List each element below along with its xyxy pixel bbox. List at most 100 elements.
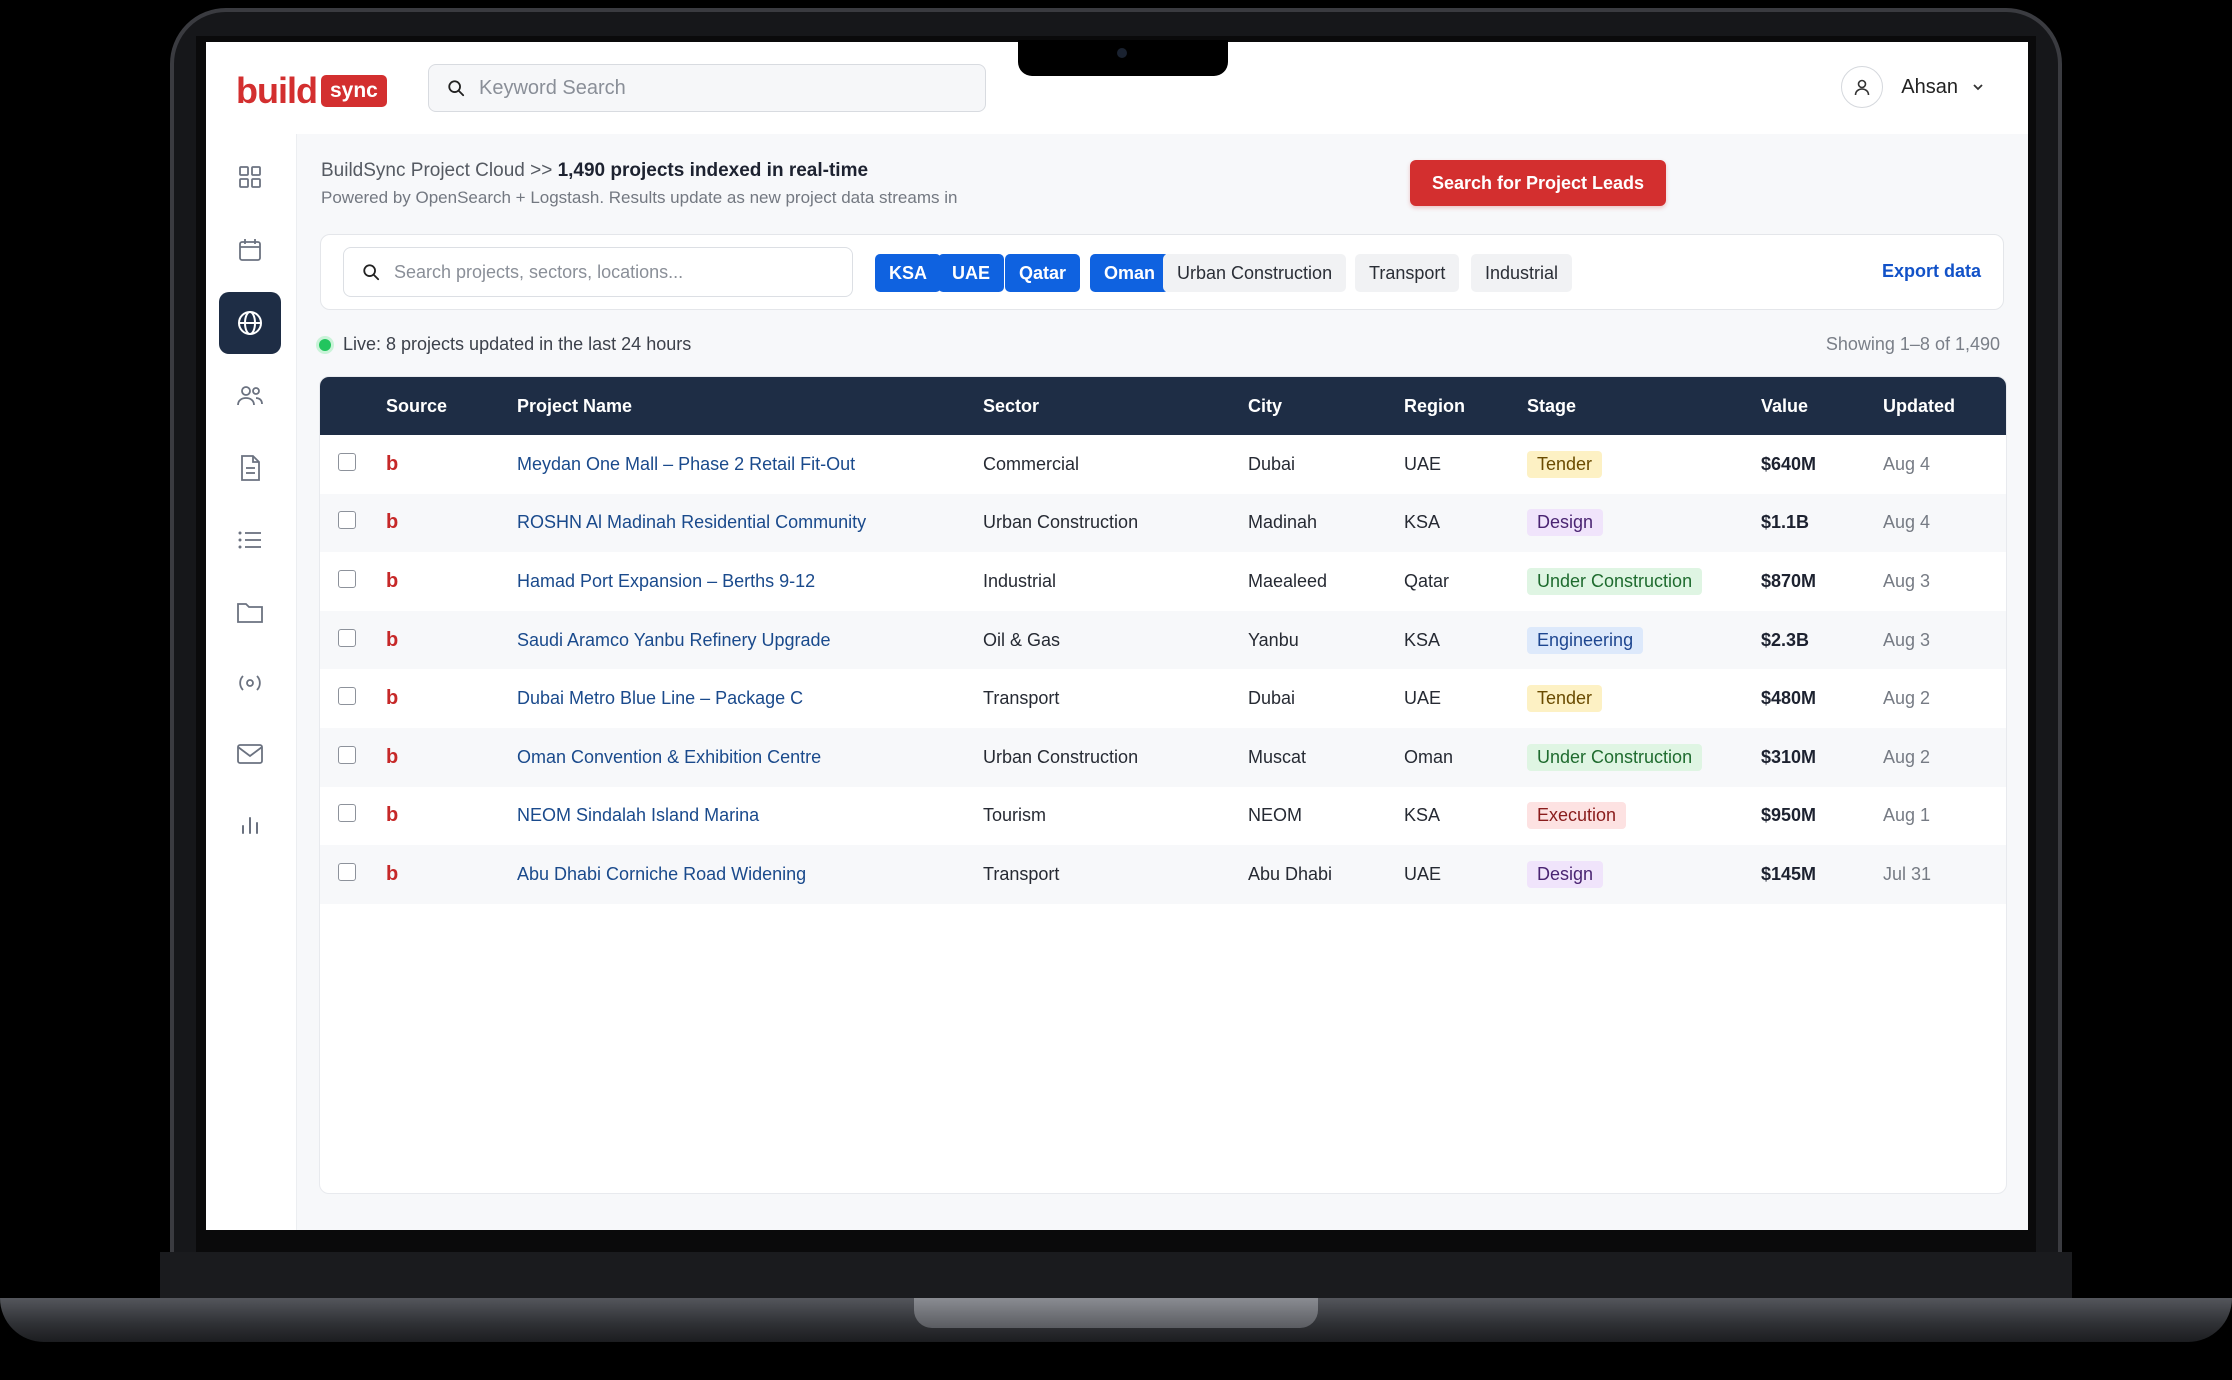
sidebar-item-analytics[interactable] — [219, 794, 281, 856]
table-header-row: Source Project Name Sector City Region S… — [320, 377, 2006, 435]
project-name-link[interactable]: Dubai Metro Blue Line – Package C — [517, 688, 803, 708]
sidebar-item-dashboard[interactable] — [219, 146, 281, 208]
users-icon — [237, 386, 263, 406]
sector-cell: Commercial — [983, 453, 1080, 474]
search-project-leads-button[interactable]: Search for Project Leads — [1410, 160, 1666, 206]
row-checkbox[interactable] — [338, 628, 356, 647]
city-cell: Abu Dhabi — [1248, 863, 1333, 884]
filter-chip-ksa[interactable]: KSA — [875, 254, 942, 292]
region-cell: KSA — [1404, 512, 1441, 533]
region-cell: Oman — [1404, 746, 1454, 767]
table-row[interactable]: b Dubai Metro Blue Line – Package C Transp… — [320, 669, 2006, 728]
header-region[interactable]: Region — [1404, 377, 1527, 435]
document-icon — [241, 455, 260, 481]
stage-badge: Tender — [1527, 685, 1603, 713]
header-city[interactable]: City — [1248, 377, 1404, 435]
mail-icon — [237, 744, 263, 764]
region-cell: Qatar — [1404, 570, 1450, 591]
table-row[interactable]: b Oman Convention & Exhibition Centre Urba… — [320, 727, 2006, 787]
region-cell: UAE — [1404, 453, 1442, 474]
keyword-search-input[interactable] — [477, 75, 961, 101]
source-icon: b — [386, 687, 399, 710]
value-cell: $950M — [1761, 805, 1817, 826]
row-checkbox[interactable] — [338, 511, 356, 530]
project-name-link[interactable]: Abu Dhabi Corniche Road Widening — [517, 864, 806, 884]
row-checkbox[interactable] — [338, 687, 356, 706]
project-name-link[interactable]: ROSHN Al Madinah Residential Community — [517, 512, 866, 532]
project-name-link[interactable]: NEOM Sindalah Island Marina — [517, 805, 759, 825]
row-checkbox[interactable] — [338, 745, 356, 764]
sidebar-item-users[interactable] — [219, 365, 281, 427]
updated-cell: Aug 3 — [1883, 629, 1931, 650]
sector-cell: Tourism — [983, 805, 1047, 826]
filter-chip-oman[interactable]: Oman — [1090, 254, 1170, 292]
chevron-down-icon[interactable] — [1972, 81, 1984, 93]
avatar[interactable] — [1841, 66, 1884, 108]
table-row[interactable]: b Meydan One Mall – Phase 2 Retail Fit-Ou… — [320, 435, 2006, 494]
user-menu[interactable]: Ahsan — [1841, 66, 1984, 108]
live-status: Live: 8 projects updated in the last 24 … — [319, 334, 691, 355]
user-name: Ahsan — [1901, 75, 1958, 98]
filter-bar: KSA UAE Qatar Oman Urban Construction Tr… — [320, 234, 2004, 310]
table-row[interactable]: b Saudi Aramco Yanbu Refinery Upgrade Oil … — [320, 610, 2006, 670]
filter-chip-industrial[interactable]: Industrial — [1471, 254, 1573, 292]
value-cell: $310M — [1761, 746, 1817, 767]
sidebar-item-broadcast[interactable] — [219, 652, 281, 714]
value-cell: $145M — [1761, 863, 1817, 884]
sidebar-item-globe[interactable] — [219, 292, 281, 354]
header-value[interactable]: Value — [1761, 377, 1883, 435]
sidebar-item-calendar[interactable] — [219, 219, 281, 281]
stage-badge: Engineering — [1527, 626, 1644, 654]
page-title: BuildSync Project Cloud >> 1,490 project… — [321, 160, 868, 182]
broadcast-icon — [239, 675, 261, 691]
sector-cell: Urban Construction — [983, 512, 1139, 533]
header-stage[interactable]: Stage — [1527, 377, 1761, 435]
project-name-link[interactable]: Meydan One Mall – Phase 2 Retail Fit-Out — [517, 454, 855, 474]
sidebar-item-mail[interactable] — [219, 723, 281, 785]
value-cell: $2.3B — [1761, 629, 1810, 650]
keyword-search[interactable] — [428, 64, 986, 112]
table-row[interactable]: b Abu Dhabi Corniche Road Widening Transpo… — [320, 845, 2006, 904]
table-row[interactable]: b ROSHN Al Madinah Residential Community U… — [320, 493, 2006, 553]
project-name-link[interactable]: Oman Convention & Exhibition Centre — [517, 747, 821, 767]
city-cell: Dubai — [1248, 453, 1296, 474]
value-cell: $1.1B — [1761, 512, 1810, 533]
export-data-link[interactable]: Export data — [1882, 261, 1981, 282]
sector-cell: Oil & Gas — [983, 629, 1061, 650]
sector-cell: Urban Construction — [983, 746, 1139, 767]
row-checkbox[interactable] — [338, 452, 356, 471]
row-checkbox[interactable] — [338, 569, 356, 588]
table-row[interactable]: b Hamad Port Expansion – Berths 9-12 Indus… — [320, 552, 2006, 611]
filter-chip-transport[interactable]: Transport — [1355, 254, 1460, 292]
table-row[interactable]: b NEOM Sindalah Island Marina Tourism NEOM K… — [320, 787, 2006, 846]
sidebar-item-folder[interactable] — [219, 581, 281, 643]
project-search[interactable] — [343, 247, 853, 297]
stage-badge: Tender — [1527, 450, 1603, 478]
sidebar-item-list[interactable] — [219, 509, 281, 571]
source-icon: b — [386, 628, 399, 651]
row-checkbox[interactable] — [338, 862, 356, 881]
source-icon: b — [386, 804, 399, 827]
header-project-name[interactable]: Project Name — [517, 377, 983, 435]
header-updated[interactable]: Updated — [1883, 377, 2006, 435]
row-checkbox[interactable] — [338, 804, 356, 823]
value-cell: $480M — [1761, 688, 1817, 709]
region-cell: KSA — [1404, 629, 1441, 650]
city-cell: Dubai — [1248, 688, 1296, 709]
sidebar-item-documents[interactable] — [219, 437, 281, 499]
header-sector[interactable]: Sector — [983, 377, 1248, 435]
laptop-hinge — [160, 1252, 2072, 1298]
project-name-link[interactable]: Hamad Port Expansion – Berths 9-12 — [517, 571, 815, 591]
header-source[interactable]: Source — [386, 377, 517, 435]
project-search-input[interactable] — [392, 260, 836, 284]
filter-chip-urban-construction[interactable]: Urban Construction — [1163, 254, 1347, 292]
filter-chip-qatar[interactable]: Qatar — [1005, 254, 1081, 292]
search-icon — [448, 80, 465, 97]
filter-chip-uae[interactable]: UAE — [938, 254, 1005, 292]
camera-notch — [1018, 40, 1228, 76]
project-name-link[interactable]: Saudi Aramco Yanbu Refinery Upgrade — [517, 630, 831, 650]
logo[interactable]: build sync — [236, 70, 387, 112]
stage-badge: Design — [1527, 860, 1604, 888]
folder-icon — [237, 603, 263, 623]
sector-cell: Industrial — [983, 570, 1057, 591]
